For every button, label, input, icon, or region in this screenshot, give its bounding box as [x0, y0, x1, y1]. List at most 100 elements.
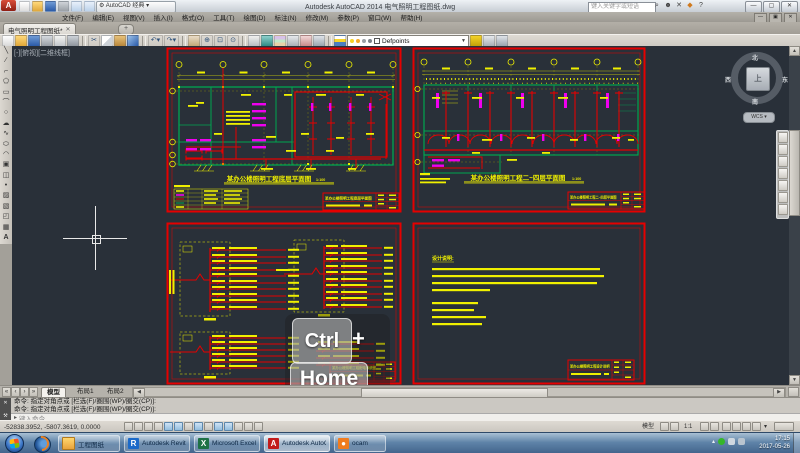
- layer-on-icon[interactable]: [350, 39, 354, 43]
- tab-close-icon[interactable]: ✕: [66, 26, 71, 33]
- taskbar-clock[interactable]: 17:15 2017-05-26: [759, 436, 790, 451]
- taskbar-item-ocam[interactable]: ● ocam: [334, 435, 386, 452]
- osnap-button[interactable]: [174, 422, 183, 431]
- region-icon[interactable]: ◰: [1, 212, 11, 222]
- quick-view-layouts-icon[interactable]: [660, 422, 669, 431]
- taskbar-item-autocad[interactable]: A Autodesk AutoC...: [264, 435, 330, 452]
- point-icon[interactable]: •: [1, 181, 11, 191]
- annotation-scale-button[interactable]: 1:1: [684, 423, 692, 432]
- exchange-apps-icon[interactable]: ◆: [685, 1, 695, 11]
- command-close-icon[interactable]: ✕: [3, 400, 7, 406]
- first-layout-button[interactable]: «: [2, 387, 11, 397]
- nav-more-icon[interactable]: [778, 204, 788, 215]
- taskbar-item-revit[interactable]: R Autodesk Revit ...: [124, 435, 190, 452]
- orbit-tool-icon[interactable]: [778, 168, 788, 179]
- infocenter-search-input[interactable]: 键入关键字或短语: [588, 2, 656, 13]
- a360-icon[interactable]: ✕: [674, 1, 684, 11]
- model-space-button[interactable]: 模型: [642, 423, 654, 432]
- viewport-controls[interactable]: [-][俯视][二维线框]: [14, 48, 70, 58]
- prev-layout-button[interactable]: ‹: [11, 387, 20, 397]
- taskbar-item-folder[interactable]: 工程图纸: [58, 435, 120, 452]
- infer-constraints-button[interactable]: [124, 422, 133, 431]
- help-icon[interactable]: ?: [696, 1, 706, 11]
- layer-freeze-icon[interactable]: [356, 39, 360, 43]
- construction-line-icon[interactable]: ∕: [1, 56, 11, 66]
- vertical-scroll-thumb[interactable]: [789, 130, 800, 216]
- taskbar-item-excel[interactable]: X Microsoft Excel ...: [194, 435, 260, 452]
- viewcube-top-face[interactable]: 上: [746, 67, 770, 91]
- tab-layout2[interactable]: 布局2: [102, 387, 129, 397]
- isolate-objects-icon[interactable]: [742, 422, 751, 431]
- snap-button[interactable]: [134, 422, 143, 431]
- lineweight-button[interactable]: [224, 422, 233, 431]
- spline-icon[interactable]: ∿: [1, 129, 11, 139]
- steering-wheel-icon[interactable]: [778, 192, 788, 203]
- polar-button[interactable]: [164, 422, 173, 431]
- menu-draw[interactable]: 绘图(D): [244, 12, 266, 22]
- clean-screen-button[interactable]: [774, 422, 794, 431]
- ellipse-icon[interactable]: ⬭: [1, 140, 11, 150]
- osnap3d-button[interactable]: [184, 422, 193, 431]
- viewcube-south-label[interactable]: 南: [752, 97, 758, 106]
- line-icon[interactable]: ╲: [1, 46, 11, 56]
- qat-save-icon[interactable]: [45, 1, 56, 12]
- zoom-tool-icon[interactable]: [778, 156, 788, 167]
- grid-button[interactable]: [144, 422, 153, 431]
- circle-icon[interactable]: ○: [1, 108, 11, 118]
- polyline-icon[interactable]: ⌐: [1, 67, 11, 77]
- menu-edit[interactable]: 编辑(E): [92, 12, 114, 22]
- transparency-button[interactable]: [234, 422, 243, 431]
- firefox-icon[interactable]: [34, 436, 51, 453]
- menu-view[interactable]: 视图(V): [123, 12, 145, 22]
- viewcube-north-label[interactable]: 北: [752, 53, 758, 62]
- annotation-visibility-icon[interactable]: [700, 422, 709, 431]
- insert-block-icon[interactable]: ▣: [1, 160, 11, 170]
- drawing-canvas[interactable]: ╲ ∕ ⌐ ⬠ ▭ ⌒ ○ ☁ ∿ ⬭ ◠ ▣ ◫ • ▨ ▧ ◰ ▦ A [-…: [0, 46, 800, 385]
- tray-expand-icon[interactable]: ▴: [712, 438, 715, 445]
- dynamic-input-button[interactable]: [214, 422, 223, 431]
- menu-file[interactable]: 文件(F): [62, 12, 83, 22]
- ortho-button[interactable]: [154, 422, 163, 431]
- menu-window[interactable]: 窗口(W): [368, 12, 391, 22]
- status-tray-caret[interactable]: ▾: [764, 423, 767, 432]
- tray-antivirus-icon[interactable]: [718, 438, 725, 445]
- hardware-acceleration-icon[interactable]: [752, 422, 761, 431]
- workspace-switch-gear-icon[interactable]: [722, 422, 731, 431]
- viewcube-west-label[interactable]: 西: [725, 75, 731, 84]
- viewcube-wcs-dropdown[interactable]: WCS ▾: [743, 112, 775, 123]
- next-layout-button[interactable]: ›: [20, 387, 29, 397]
- quick-properties-button[interactable]: [244, 422, 253, 431]
- menu-parametric[interactable]: 参数(P): [337, 12, 359, 22]
- command-customize-icon[interactable]: ⚒: [3, 413, 7, 419]
- pan-tool-icon[interactable]: [778, 144, 788, 155]
- autoscale-icon[interactable]: [710, 422, 719, 431]
- last-layout-button[interactable]: »: [29, 387, 38, 397]
- menu-insert[interactable]: 插入(I): [154, 12, 173, 22]
- menu-help[interactable]: 帮助(H): [400, 12, 422, 22]
- mtext-icon[interactable]: A: [1, 233, 11, 243]
- qat-redo-icon[interactable]: [84, 1, 95, 12]
- rectangle-icon[interactable]: ▭: [1, 88, 11, 98]
- horizontal-scrollbar[interactable]: ◀ ▶: [132, 387, 786, 397]
- qat-open-icon[interactable]: [32, 1, 43, 12]
- search-icon[interactable]: ⌕: [652, 1, 662, 11]
- layer-color-swatch[interactable]: [374, 38, 380, 44]
- quick-view-drawings-icon[interactable]: [670, 422, 679, 431]
- make-block-icon[interactable]: ◫: [1, 171, 11, 181]
- ducs-button[interactable]: [204, 422, 213, 431]
- table-icon[interactable]: ▦: [1, 223, 11, 233]
- signin-icon[interactable]: ☻: [663, 1, 673, 11]
- hatch-icon[interactable]: ▨: [1, 191, 11, 201]
- gradient-icon[interactable]: ▧: [1, 202, 11, 212]
- toolbar-lock-icon[interactable]: [732, 422, 741, 431]
- layer-lock-icon[interactable]: [362, 39, 366, 43]
- ellipse-arc-icon[interactable]: ◠: [1, 150, 11, 160]
- app-menu-button[interactable]: A: [1, 0, 16, 11]
- polygon-icon[interactable]: ⬠: [1, 77, 11, 87]
- otrack-button[interactable]: [194, 422, 203, 431]
- revcloud-icon[interactable]: ☁: [1, 119, 11, 129]
- scroll-up-arrow[interactable]: ▲: [789, 46, 800, 56]
- menu-modify[interactable]: 修改(M): [306, 12, 329, 22]
- qat-new-icon[interactable]: [19, 1, 30, 12]
- layer-plot-icon[interactable]: [368, 39, 372, 43]
